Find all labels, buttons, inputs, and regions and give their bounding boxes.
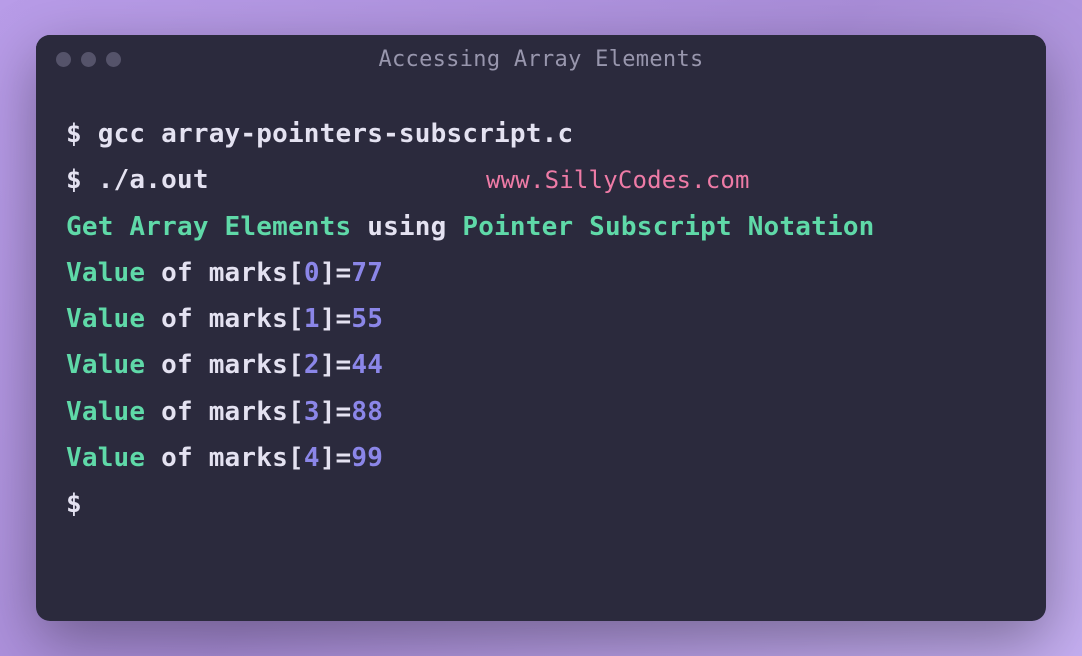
- output-text: Value: [66, 397, 145, 427]
- output-text: of: [145, 443, 208, 473]
- command-text: [82, 119, 98, 149]
- output-text: using: [367, 212, 462, 242]
- output-text: ]=: [320, 304, 352, 334]
- window-title: Accessing Array Elements: [378, 47, 703, 72]
- minimize-icon[interactable]: [81, 52, 96, 67]
- window-controls: [56, 52, 121, 67]
- command-text: ./a.out: [98, 165, 209, 195]
- output-text: of: [145, 258, 208, 288]
- prompt: $: [66, 489, 82, 519]
- output-text: marks[: [209, 350, 304, 380]
- terminal-line: $ gcc array-pointers-subscript.c: [66, 111, 1016, 157]
- terminal-window: Accessing Array Elements $ gcc array-poi…: [36, 35, 1046, 621]
- output-text: of: [145, 350, 208, 380]
- output-text: 44: [351, 350, 383, 380]
- output-text: 88: [351, 397, 383, 427]
- prompt: $: [66, 119, 82, 149]
- output-text: 99: [351, 443, 383, 473]
- output-text: Value: [66, 443, 145, 473]
- command-text: [82, 165, 98, 195]
- terminal-line: $ ./a.out www.SillyCodes.com: [66, 157, 1016, 203]
- output-text: of: [145, 304, 208, 334]
- output-text: marks[: [209, 443, 304, 473]
- output-line: Value of marks[0]=77: [66, 250, 1016, 296]
- output-header: Get Array Elements using Pointer Subscri…: [66, 204, 1016, 250]
- output-text: Pointer Subscript Notation: [462, 212, 874, 242]
- output-line: Value of marks[1]=55: [66, 296, 1016, 342]
- output-text: of: [145, 397, 208, 427]
- output-text: 4: [304, 443, 320, 473]
- output-text: 1: [304, 304, 320, 334]
- output-line: Value of marks[4]=99: [66, 435, 1016, 481]
- output-text: 2: [304, 350, 320, 380]
- output-text: ]=: [320, 443, 352, 473]
- output-text: ]=: [320, 350, 352, 380]
- output-line: Value of marks[3]=88: [66, 389, 1016, 435]
- output-text: Array Elements: [114, 212, 368, 242]
- terminal-line: $: [66, 481, 1016, 527]
- title-bar: Accessing Array Elements: [36, 35, 1046, 83]
- output-text: Get: [66, 212, 114, 242]
- output-line: Value of marks[2]=44: [66, 342, 1016, 388]
- output-text: 0: [304, 258, 320, 288]
- output-text: Value: [66, 350, 145, 380]
- output-text: marks[: [209, 397, 304, 427]
- output-text: Value: [66, 258, 145, 288]
- close-icon[interactable]: [56, 52, 71, 67]
- output-text: 3: [304, 397, 320, 427]
- output-text: ]=: [320, 258, 352, 288]
- watermark: www.SillyCodes.com: [486, 159, 750, 202]
- output-text: 77: [351, 258, 383, 288]
- prompt: $: [66, 165, 82, 195]
- output-text: marks[: [209, 258, 304, 288]
- terminal-body[interactable]: $ gcc array-pointers-subscript.c $ ./a.o…: [36, 83, 1046, 555]
- output-text: ]=: [320, 397, 352, 427]
- output-text: Value: [66, 304, 145, 334]
- output-text: marks[: [209, 304, 304, 334]
- maximize-icon[interactable]: [106, 52, 121, 67]
- command-text: gcc array-pointers-subscript.c: [98, 119, 574, 149]
- output-text: 55: [351, 304, 383, 334]
